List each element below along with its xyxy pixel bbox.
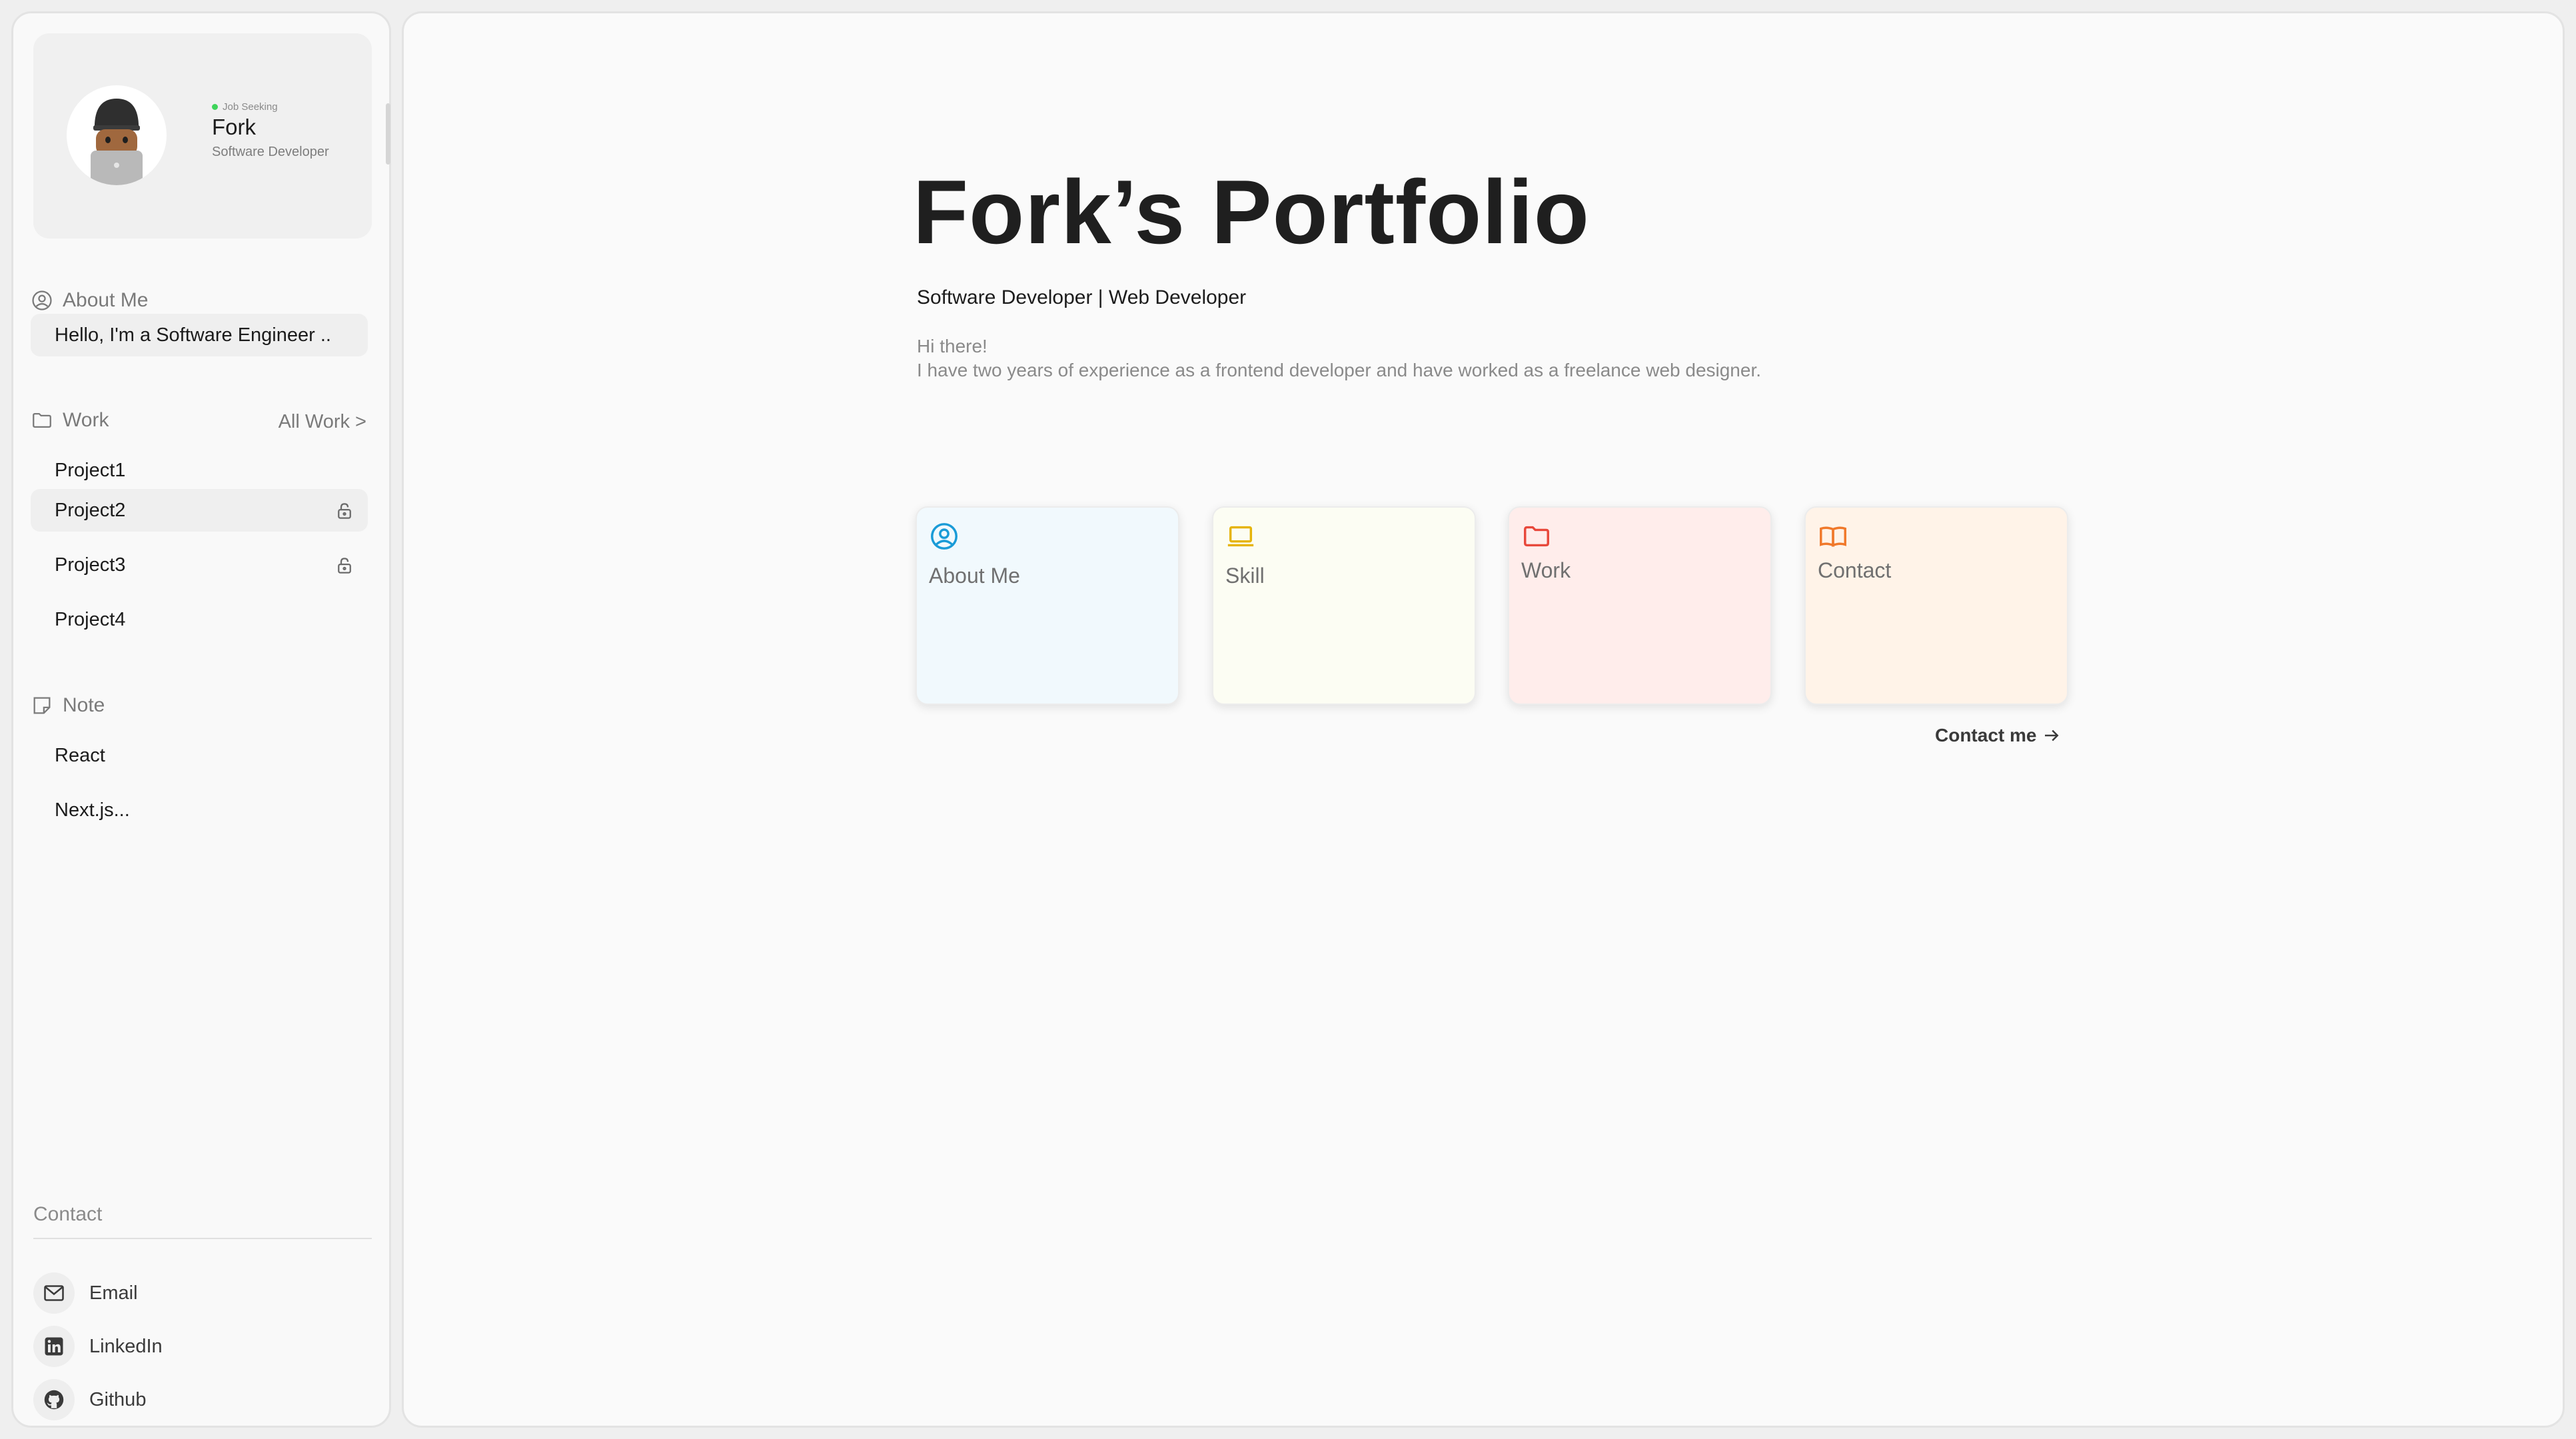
contact-divider	[33, 1238, 372, 1239]
sidebar-item-project2[interactable]: Project2	[31, 489, 368, 532]
user-circle-icon	[931, 523, 958, 550]
status-text: Job Seeking	[223, 101, 278, 113]
contact-me-label: Contact me	[1935, 725, 2037, 745]
laptop-icon	[1227, 526, 1254, 547]
sidebar-item-label: Project1	[55, 460, 126, 481]
lock-icon	[338, 503, 351, 519]
contact-heading: Contact	[33, 1203, 103, 1225]
card-about-me[interactable]: About Me	[916, 506, 1179, 705]
about-preview[interactable]: Hello, I'm a Software Engineer ..	[31, 314, 368, 356]
job-status: Job Seeking	[212, 101, 278, 113]
work-heading-label: Work	[63, 409, 109, 431]
note-heading: Note	[31, 694, 105, 717]
card-label: Work	[1521, 558, 1571, 582]
linkedin-icon	[45, 1337, 63, 1356]
sidebar-item-project4[interactable]: Project4	[31, 598, 368, 641]
card-contact[interactable]: Contact	[1804, 506, 2068, 705]
contact-linkedin-label: LinkedIn	[89, 1335, 163, 1357]
about-heading: About Me	[31, 289, 148, 312]
profile-name: Fork	[212, 115, 256, 139]
sidebar: Job Seeking Fork Software Developer Abou…	[11, 11, 391, 1428]
card-label: Skill	[1225, 564, 1265, 588]
folder-icon	[1524, 526, 1549, 547]
contact-github-label: Github	[89, 1388, 147, 1410]
card-skill[interactable]: Skill	[1212, 506, 1476, 705]
note-heading-label: Note	[63, 694, 105, 716]
sidebar-item-project1[interactable]: Project1	[31, 449, 368, 492]
main-panel: Fork’s Portfolio Software Developer | We…	[402, 11, 2565, 1428]
sidebar-scrollbar[interactable]	[386, 103, 390, 165]
card-label: Contact	[1818, 558, 1892, 582]
sidebar-item-nextjs[interactable]: Next.js...	[31, 789, 368, 831]
work-heading: Work	[31, 409, 109, 432]
lock-icon	[338, 558, 351, 574]
sidebar-item-label: React	[55, 745, 105, 766]
sidebar-item-project3[interactable]: Project3	[31, 544, 368, 586]
profile-card: Job Seeking Fork Software Developer	[33, 33, 372, 239]
all-work-link[interactable]: All Work >	[279, 411, 366, 433]
contact-linkedin[interactable]: LinkedIn	[33, 1326, 163, 1367]
about-heading-label: About Me	[63, 289, 149, 311]
contact-email[interactable]: Email	[33, 1272, 138, 1314]
sidebar-item-label: Project4	[55, 609, 126, 630]
contact-email-label: Email	[89, 1282, 138, 1304]
folder-icon	[33, 412, 51, 428]
card-work[interactable]: Work	[1508, 506, 1772, 705]
note-icon	[33, 697, 51, 714]
sidebar-item-label: Project2	[55, 500, 126, 521]
intro-line-2: I have two years of experience as a fron…	[917, 360, 1762, 380]
intro-text: Hi there! I have two years of experience…	[917, 334, 1761, 382]
mail-icon	[44, 1285, 64, 1301]
sidebar-item-label: Project3	[55, 554, 126, 576]
contact-me-link[interactable]: Contact me	[1935, 725, 2062, 746]
book-open-icon	[1820, 526, 1846, 547]
sidebar-item-label: Next.js...	[55, 799, 130, 821]
avatar	[67, 85, 167, 185]
page-subtitle: Software Developer | Web Developer	[917, 286, 1247, 308]
status-dot	[212, 104, 218, 110]
profile-role: Software Developer	[212, 145, 329, 159]
sidebar-item-react[interactable]: React	[31, 734, 368, 777]
intro-line-1: Hi there!	[917, 336, 987, 356]
arrow-right-icon	[2045, 729, 2059, 741]
page-title: Fork’s Portfolio	[913, 161, 1590, 262]
github-icon	[44, 1390, 64, 1410]
card-label: About Me	[929, 564, 1020, 588]
contact-github[interactable]: Github	[33, 1379, 146, 1420]
user-circle-icon	[32, 290, 52, 310]
